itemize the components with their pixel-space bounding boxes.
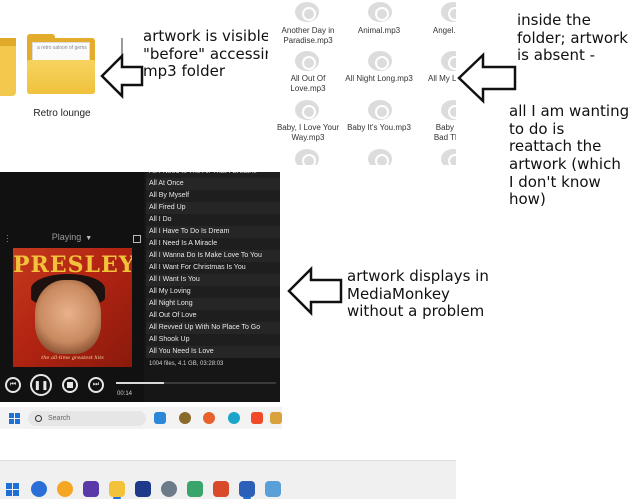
word-app-icon[interactable] (239, 481, 255, 497)
partial-folder-icon[interactable] (0, 38, 16, 96)
now-playing-panel: · · · Playing ▼ PRESLEY the all-time greate… (0, 172, 144, 402)
album-subtitle: the all-time greatest hits (41, 355, 104, 361)
song-row[interactable]: All I Have To Do Is Dream (146, 226, 280, 238)
song-list: All I Need Is The Air That I Breathe All… (146, 172, 280, 370)
edge-app-icon[interactable] (228, 412, 240, 424)
album-artwork: PRESLEY the all-time greatest hits (13, 248, 132, 367)
file-item[interactable]: Baby It's You.mp3 (341, 123, 417, 133)
previous-button[interactable]: ⏮ (5, 377, 21, 393)
song-row[interactable]: All My Loving (146, 286, 280, 298)
previous-icon: ⏮ (9, 381, 17, 388)
windows-taskbar (0, 460, 456, 499)
mp3-file-icon (295, 51, 319, 71)
song-row[interactable]: All I Want Is You (146, 274, 280, 286)
powershell-app-icon[interactable] (135, 481, 151, 497)
folder-icon[interactable]: a retro saloon of gems (27, 34, 95, 94)
photo-viewer-app-icon[interactable] (187, 481, 203, 497)
photos-app-icon[interactable] (154, 412, 166, 424)
file-item[interactable]: All My Love... (414, 74, 456, 84)
file-item[interactable]: All Night Long.mp3 (341, 74, 417, 84)
song-row[interactable]: All By Myself (146, 190, 280, 202)
song-row[interactable]: All I Do (146, 214, 280, 226)
expand-icon[interactable] (133, 235, 141, 243)
song-row[interactable]: All Shook Up (146, 334, 280, 346)
file-item[interactable]: Baby, I Love Your Way.mp3 (270, 123, 346, 143)
song-row[interactable]: All I Need Is A Miracle (146, 238, 280, 250)
mp3-file-icon (368, 51, 392, 71)
left-arrow-icon (100, 53, 144, 99)
seek-bar[interactable] (116, 382, 276, 384)
mp3-file-icon (368, 2, 392, 22)
folder-name[interactable]: Retro lounge (26, 108, 98, 119)
search-box[interactable]: Search (28, 411, 146, 426)
now-playing-selector[interactable]: Playing ▼ (0, 232, 144, 246)
mediamonkey-player: · · · Playing ▼ PRESLEY the all-time greate… (0, 172, 280, 402)
mp3-file-icon (295, 2, 319, 22)
file-item[interactable]: Baby DidBad Thing (414, 123, 456, 143)
pause-icon: ❚❚ (33, 379, 49, 390)
annotation-want: all I am wanting to do is reattach the a… (509, 102, 630, 209)
winamp-app-icon[interactable] (83, 481, 99, 497)
mediamonkey-app-icon[interactable] (179, 412, 191, 424)
file-item[interactable]: Angel.mp3 (414, 26, 456, 36)
stop-icon (67, 382, 73, 388)
song-row[interactable]: All Night Long (146, 298, 280, 310)
album-artist: PRESLEY (13, 252, 132, 278)
firefox-app-icon[interactable] (203, 412, 215, 424)
elapsed-time: 00:14 (117, 391, 133, 397)
file-item[interactable]: All Out Of Love.mp3 (270, 74, 346, 94)
mp3-file-icon (368, 100, 392, 120)
mp3-file-icon (441, 100, 456, 120)
song-row[interactable]: All You Need Is Love (146, 346, 280, 358)
mp3-file-icon (441, 149, 456, 165)
song-row[interactable]: All I Want For Christmas Is You (146, 262, 280, 274)
file-item[interactable]: Another Day in Paradise.mp3 (270, 26, 346, 46)
annotation-mediamonkey: artwork displays in MediaMonkey without … (347, 267, 489, 321)
pause-button[interactable]: ❚❚ (30, 374, 52, 396)
store-app-icon[interactable] (270, 412, 282, 424)
firefox-app-icon[interactable] (31, 481, 47, 497)
annotation-before: artwork is visible "before" accessing mp… (143, 27, 284, 81)
song-row[interactable]: All Out Of Love (146, 310, 280, 322)
mp3-file-icon (368, 149, 392, 165)
windows-start-icon[interactable] (6, 483, 19, 496)
mp3-file-icon (441, 2, 456, 22)
windows-start-icon[interactable] (9, 413, 20, 424)
chevron-down-icon: ▼ (85, 235, 93, 242)
brave-app-icon[interactable] (251, 412, 263, 424)
mp3-file-icon (295, 149, 319, 165)
song-row[interactable]: All Revved Up With No Place To Go (146, 322, 280, 334)
left-arrow-icon (457, 52, 517, 104)
settings-gear-icon[interactable] (161, 481, 177, 497)
notepad-app-icon[interactable] (265, 481, 281, 497)
next-icon: ⏭ (92, 381, 100, 388)
left-arrow-icon (287, 266, 343, 316)
song-row[interactable]: All At Once (146, 178, 280, 190)
mp3-file-icon (295, 100, 319, 120)
mp3-file-icon (441, 51, 456, 71)
taskbar-inset: Search (0, 407, 282, 429)
song-row[interactable]: All I Wanna Do Is Make Love To You (146, 250, 280, 262)
stop-button[interactable] (62, 377, 78, 393)
firefox-dev-app-icon[interactable] (57, 481, 73, 497)
next-button[interactable]: ⏭ (88, 377, 104, 393)
file-explorer-icon[interactable] (109, 481, 125, 497)
library-summary: 1004 files, 4.1 GB, 03:28:03 (146, 358, 280, 370)
file-item[interactable]: Animal.mp3 (341, 26, 417, 36)
annotation-inside: inside the folder; artwork is absent - (517, 11, 628, 65)
search-icon (35, 415, 42, 422)
song-row[interactable]: All Fired Up (146, 202, 280, 214)
seek-progress (116, 382, 164, 384)
paint-app-icon[interactable] (213, 481, 229, 497)
mp3-file-grid: Another Day in Paradise.mp3 Animal.mp3 An… (268, 0, 456, 165)
